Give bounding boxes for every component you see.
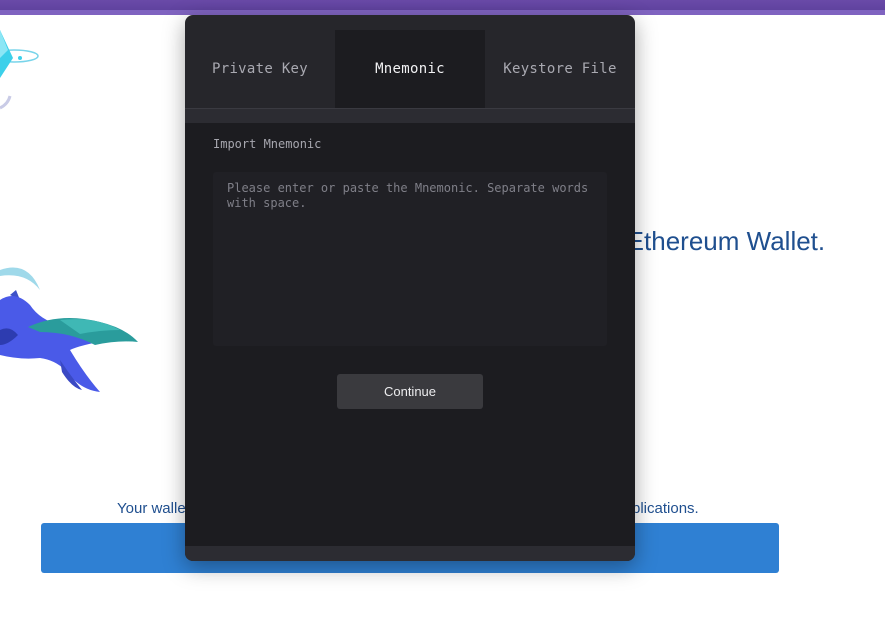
background-subline-right: plications. [632,500,699,517]
tab-strip [185,109,635,123]
page: o Ethereum Wallet. Your walle plications… [0,0,885,617]
import-wallet-modal: Private Key Mnemonic Keystore File Impor… [185,15,635,561]
continue-button[interactable]: Continue [337,374,483,409]
background-subline-left: Your walle [117,500,186,517]
import-method-tabs: Private Key Mnemonic Keystore File [185,30,635,108]
mnemonic-input[interactable] [213,172,607,346]
modal-footer [185,546,635,561]
tab-private-key[interactable]: Private Key [185,30,335,108]
ethereum-logo-illustration [0,30,39,110]
background-headline: o Ethereum Wallet. [605,226,826,256]
fox-mascot-illustration [0,267,138,392]
import-mnemonic-label: Import Mnemonic [213,137,322,151]
tab-keystore-file[interactable]: Keystore File [485,30,635,108]
tab-mnemonic[interactable]: Mnemonic [335,30,485,108]
